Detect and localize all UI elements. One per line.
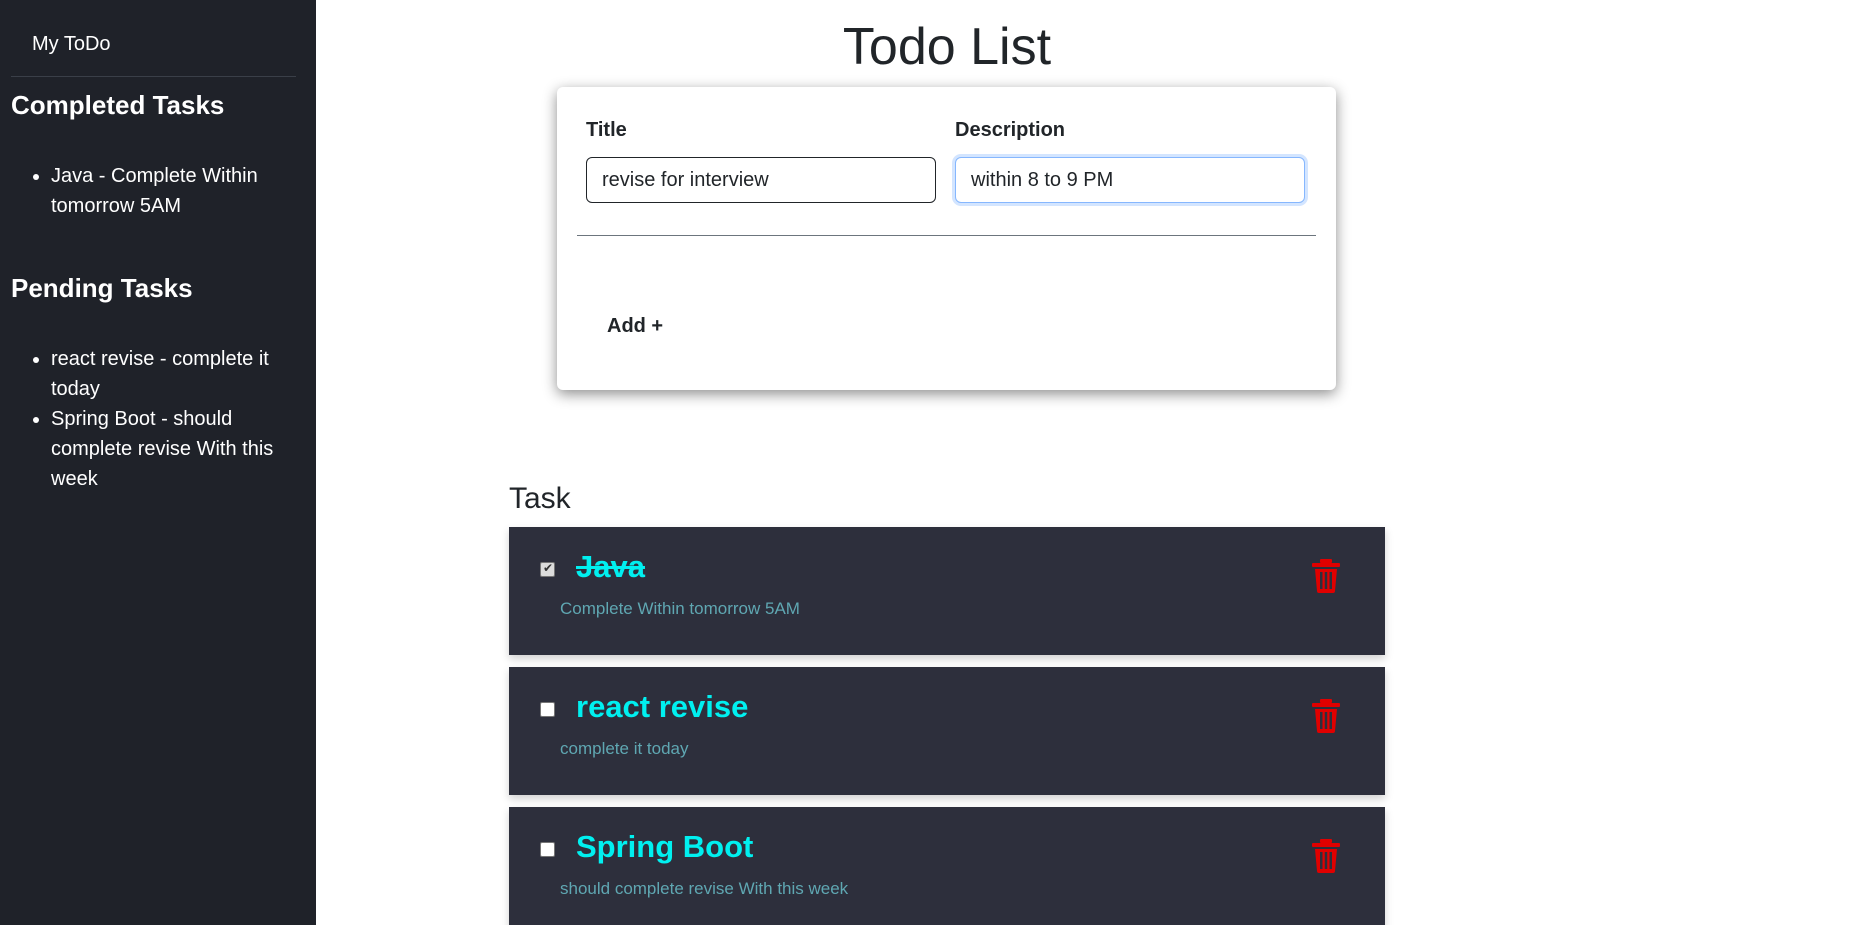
- title-field: Title: [586, 119, 936, 203]
- trash-icon[interactable]: [1312, 559, 1340, 593]
- brand-link[interactable]: My ToDo: [11, 0, 296, 77]
- description-field: Description: [955, 119, 1305, 203]
- task-description: should complete revise With this week: [560, 879, 849, 898]
- task-description: Complete Within tomorrow 5AM: [560, 599, 800, 618]
- add-task-button[interactable]: Add +: [591, 306, 679, 346]
- pending-task-item: Spring Boot - should complete revise Wit…: [51, 404, 296, 494]
- completed-tasks-list: Java - Complete Within tomorrow 5AM: [11, 161, 296, 221]
- title-input[interactable]: [586, 157, 936, 203]
- completed-task-item: Java - Complete Within tomorrow 5AM: [51, 161, 296, 221]
- title-label: Title: [586, 119, 627, 141]
- page-title: Todo List: [842, 18, 1052, 76]
- form-divider: [577, 235, 1316, 236]
- task-checkbox[interactable]: [540, 702, 555, 717]
- task-checkbox[interactable]: [540, 842, 555, 857]
- tasks-heading: Task: [509, 482, 571, 515]
- description-input[interactable]: [955, 157, 1305, 203]
- task-checkbox[interactable]: [540, 561, 555, 577]
- main-content: Todo List Title Description Add + Task J…: [316, 0, 1861, 925]
- task-item: react revise complete it today: [509, 667, 1385, 795]
- task-title: react revise: [576, 689, 749, 724]
- task-title: Spring Boot: [576, 829, 754, 864]
- trash-icon[interactable]: [1312, 839, 1340, 873]
- add-task-form: Title Description Add +: [557, 87, 1336, 390]
- trash-icon[interactable]: [1312, 699, 1340, 733]
- task-item: Java Complete Within tomorrow 5AM: [509, 527, 1385, 655]
- task-item: Spring Boot should complete revise With …: [509, 807, 1385, 925]
- pending-tasks-heading: Pending Tasks: [11, 273, 193, 304]
- pending-task-item: react revise - complete it today: [51, 344, 296, 404]
- task-description: complete it today: [560, 739, 689, 758]
- task-list: Java Complete Within tomorrow 5AM react …: [509, 527, 1385, 925]
- task-title: Java: [576, 549, 645, 584]
- description-label: Description: [955, 119, 1066, 141]
- completed-tasks-heading: Completed Tasks: [11, 90, 225, 120]
- sidebar: My ToDo Completed Tasks Java - Complete …: [0, 0, 316, 925]
- pending-tasks-list: react revise - complete it today Spring …: [11, 344, 296, 494]
